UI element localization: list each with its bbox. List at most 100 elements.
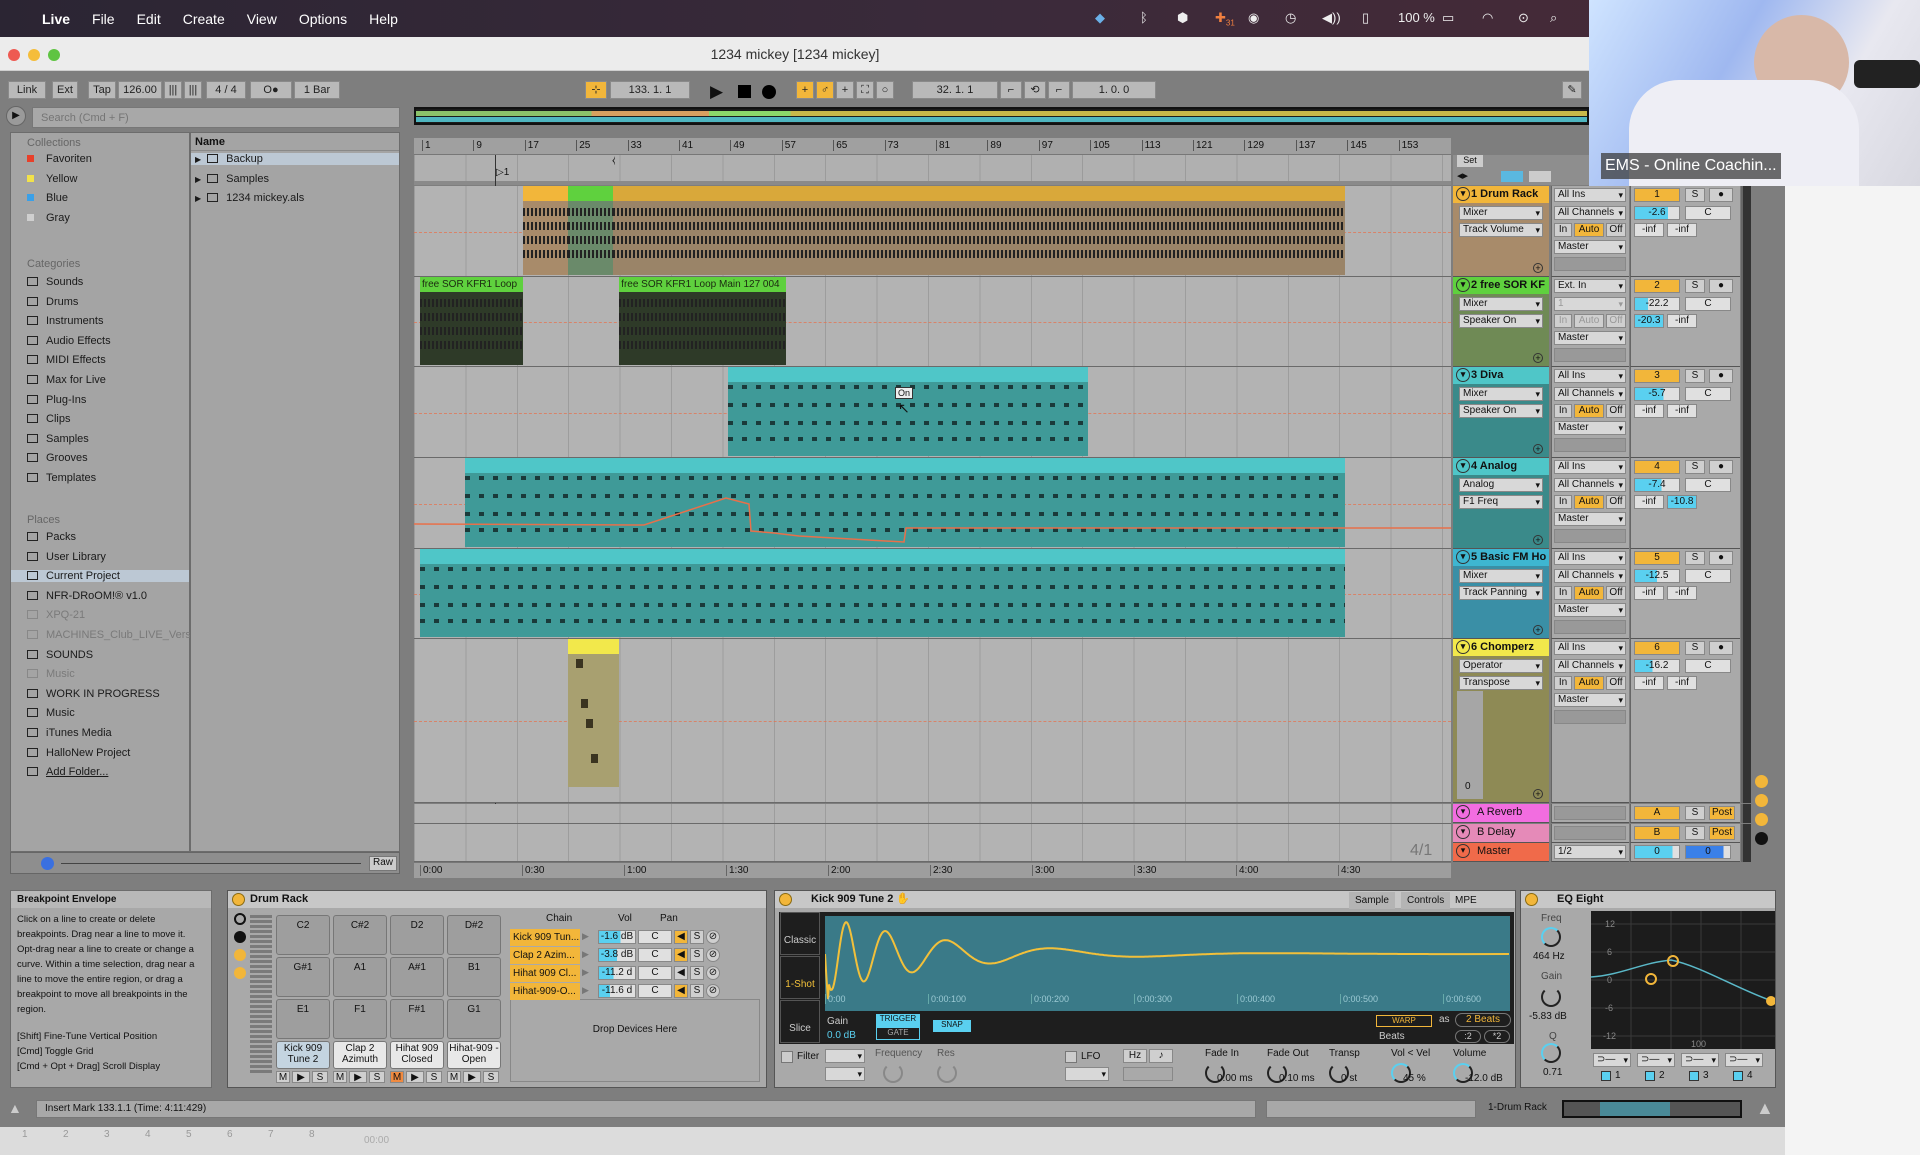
- parameter-chooser[interactable]: Speaker On: [1459, 314, 1543, 328]
- place-item[interactable]: Add Folder...: [27, 766, 108, 778]
- freq-value[interactable]: 464 Hz: [1533, 951, 1565, 962]
- drum-pad-named[interactable]: Clap 2 Azimuth: [333, 1041, 387, 1069]
- user-icon[interactable]: ◉: [1248, 10, 1259, 26]
- shield-icon[interactable]: ⬢: [1177, 10, 1188, 26]
- volume-field[interactable]: -7.4: [1634, 478, 1680, 492]
- song-position-field[interactable]: 133. 1. 1: [610, 81, 690, 99]
- expand-arrow-icon[interactable]: ▶: [195, 175, 201, 184]
- macro-toggle-icon[interactable]: [234, 913, 246, 925]
- lfo-wave-dropdown[interactable]: [1065, 1067, 1109, 1081]
- time-ruler[interactable]: 0:00 0:30 1:00 1:30 2:00 2:30 3:00 3:30 4:00 4:30: [414, 862, 1451, 878]
- device-chain-overview[interactable]: [1562, 1100, 1742, 1118]
- input-type-dropdown[interactable]: All Ins: [1554, 641, 1626, 655]
- pad-mute-button[interactable]: M: [390, 1071, 404, 1083]
- phone-icon[interactable]: ▯: [1362, 10, 1369, 26]
- pan-field[interactable]: C: [1685, 659, 1731, 673]
- device-chooser[interactable]: Mixer: [1459, 297, 1543, 311]
- chain-hotswap-icon[interactable]: ⊘: [706, 966, 720, 980]
- pad-solo-button[interactable]: S: [312, 1071, 328, 1083]
- pad-play-button[interactable]: ▶: [292, 1071, 310, 1083]
- input-channel-dropdown[interactable]: All Channels: [1554, 569, 1626, 583]
- input-channel-dropdown[interactable]: All Channels: [1554, 206, 1626, 220]
- loop-brace-marker[interactable]: ⧼: [612, 155, 616, 166]
- pan-field[interactable]: C: [1685, 569, 1731, 583]
- param-value[interactable]: 0.00 ms: [1217, 1073, 1253, 1084]
- gate-button[interactable]: GATE: [876, 1027, 920, 1040]
- sends-toggle-icon[interactable]: [1755, 794, 1768, 807]
- input-channel-dropdown[interactable]: All Channels: [1554, 387, 1626, 401]
- lock-button[interactable]: [1529, 171, 1551, 182]
- master-volume-field[interactable]: 0: [1634, 845, 1680, 859]
- send-a-field[interactable]: -inf: [1634, 404, 1664, 418]
- category-clips[interactable]: Clips: [27, 413, 70, 425]
- send-b-field[interactable]: -10.8: [1667, 495, 1697, 509]
- punch-in-button[interactable]: ⌐: [1000, 81, 1022, 99]
- chain-solo-button[interactable]: S: [690, 930, 704, 944]
- lfo-sync-button[interactable]: ♪: [1149, 1049, 1173, 1063]
- chain-pan-field[interactable]: C: [638, 966, 672, 980]
- arm-button[interactable]: ●: [1709, 551, 1733, 565]
- track-name[interactable]: 5 Basic FM Ho: [1453, 549, 1549, 566]
- browser-search-input[interactable]: [32, 107, 400, 128]
- send-a-field[interactable]: -inf: [1634, 586, 1664, 600]
- punch-out-button[interactable]: ⌐: [1048, 81, 1070, 99]
- monitor-in-button[interactable]: In: [1554, 586, 1572, 600]
- preview-waveform[interactable]: [61, 863, 361, 864]
- pan-field[interactable]: C: [1685, 297, 1731, 311]
- warp-mode-dropdown[interactable]: Beats: [1379, 1031, 1405, 1042]
- input-type-dropdown[interactable]: All Ins: [1554, 369, 1626, 383]
- track-header[interactable]: 5 Basic FM Ho Mixer Track Panning +: [1453, 549, 1549, 639]
- track-activator-button[interactable]: 5: [1634, 551, 1680, 565]
- chain-name[interactable]: Hihat-909-O...: [510, 983, 580, 1000]
- bar-ruler[interactable]: 1 9 17 25 33 41 49 57 65 73 81 89 97 105 113 121 129 137 1…: [414, 138, 1451, 155]
- lfo-toggle[interactable]: [1065, 1051, 1077, 1063]
- output-dropdown[interactable]: Master: [1554, 693, 1626, 707]
- track-name[interactable]: B Delay: [1453, 824, 1549, 841]
- gain-value[interactable]: 0.0 dB: [827, 1030, 856, 1041]
- place-item[interactable]: NFR-DRoOM!® v1.0: [27, 590, 147, 602]
- pad-mute-button[interactable]: M: [333, 1071, 347, 1083]
- output-field[interactable]: [1554, 826, 1626, 840]
- param-value[interactable]: 0.10 ms: [1279, 1073, 1315, 1084]
- output-channel-field[interactable]: [1554, 348, 1626, 362]
- clip[interactable]: [567, 639, 620, 787]
- pan-field[interactable]: C: [1685, 478, 1731, 492]
- track-header[interactable]: 3 Diva Mixer Speaker On +: [1453, 367, 1549, 458]
- monitor-auto-button[interactable]: Auto: [1574, 586, 1604, 600]
- eq-band-toggle[interactable]: [1689, 1071, 1699, 1081]
- q-value[interactable]: 0.71: [1543, 1067, 1562, 1078]
- category-sounds[interactable]: Sounds: [27, 276, 83, 288]
- monitor-in-button[interactable]: In: [1554, 314, 1572, 328]
- input-type-dropdown[interactable]: All Ins: [1554, 551, 1626, 565]
- add-lane-icon[interactable]: +: [1533, 789, 1543, 799]
- controls-tab[interactable]: Controls: [1401, 892, 1451, 909]
- send-b-field[interactable]: -inf: [1667, 586, 1697, 600]
- eq-band-toggle[interactable]: [1645, 1071, 1655, 1081]
- add-lane-icon[interactable]: +: [1533, 535, 1543, 545]
- return-track-header[interactable]: B Delay: [1453, 824, 1549, 843]
- wifi-icon[interactable]: ◠: [1482, 10, 1493, 26]
- drum-pad-named[interactable]: Hihat 909 Closed: [390, 1041, 444, 1069]
- add-lane-icon[interactable]: +: [1533, 263, 1543, 273]
- parameter-chooser[interactable]: Track Volume: [1459, 223, 1543, 237]
- category-midi-effects[interactable]: MIDI Effects: [27, 354, 106, 366]
- solo-button[interactable]: S: [1685, 188, 1705, 202]
- chain-name[interactable]: Hihat 909 Cl...: [510, 965, 580, 982]
- place-item[interactable]: Music: [27, 707, 75, 719]
- volume-field[interactable]: -22.2: [1634, 297, 1680, 311]
- monitor-off-button[interactable]: Off: [1606, 314, 1626, 328]
- monitor-auto-button[interactable]: Auto: [1574, 676, 1604, 690]
- draw-mode-button[interactable]: ✎: [1562, 81, 1582, 99]
- input-channel-dropdown[interactable]: 1: [1554, 297, 1626, 311]
- send-a-field[interactable]: -20.3: [1634, 314, 1664, 328]
- track-name[interactable]: 6 Chomperz: [1453, 639, 1549, 656]
- track-header[interactable]: 1 Drum Rack Mixer Track Volume +: [1453, 186, 1549, 277]
- play-button[interactable]: ▶: [710, 82, 723, 102]
- device-chooser[interactable]: Mixer: [1459, 387, 1543, 401]
- clip[interactable]: [567, 186, 613, 275]
- mode-classic-button[interactable]: Classic: [780, 912, 820, 955]
- chain-activator-button[interactable]: ◀: [674, 984, 688, 998]
- category-drums[interactable]: Drums: [27, 296, 78, 308]
- add-lane-icon[interactable]: +: [1533, 353, 1543, 363]
- set-locator-button[interactable]: Set: [1457, 155, 1483, 167]
